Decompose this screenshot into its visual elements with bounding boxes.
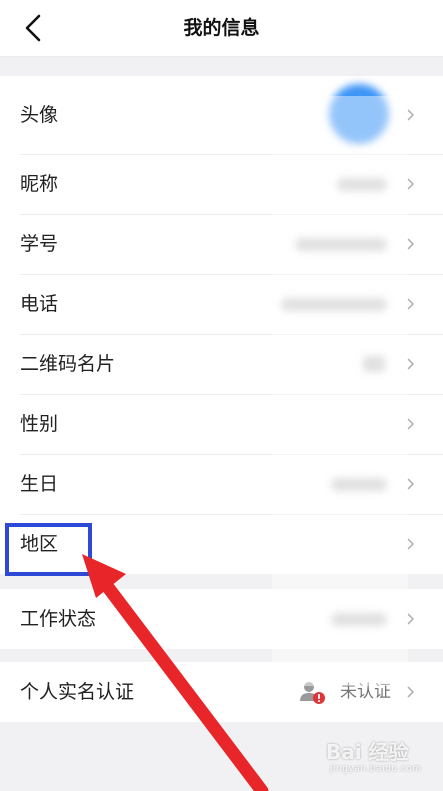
blurred-value: [295, 238, 387, 251]
chevron-right-icon: [407, 538, 415, 550]
profile-group: 头像 昵称 学号 电话 二维码名片 性别 生日 地区: [0, 76, 443, 574]
chevron-right-icon: [407, 238, 415, 250]
chevron-right-icon: [407, 686, 415, 698]
avatar[interactable]: [329, 84, 389, 144]
blurred-value: [337, 178, 387, 191]
chevron-right-icon: [407, 178, 415, 190]
row-work-status[interactable]: 工作状态: [0, 589, 443, 649]
row-birthday[interactable]: 生日: [0, 454, 443, 514]
work-group: 工作状态: [0, 589, 443, 649]
row-label-avatar: 头像: [20, 104, 59, 126]
row-label-nickname: 昵称: [20, 173, 59, 195]
chevron-right-icon: [407, 478, 415, 490]
verify-status: 未认证: [340, 682, 391, 702]
row-label-region: 地区: [20, 533, 59, 555]
row-student-id[interactable]: 学号: [0, 214, 443, 274]
blurred-value: [331, 478, 387, 491]
row-label-qr-card: 二维码名片: [20, 353, 116, 375]
row-region[interactable]: 地区: [0, 514, 443, 574]
row-qr-card[interactable]: 二维码名片: [0, 334, 443, 394]
row-label-gender: 性别: [20, 413, 59, 435]
row-label-work-status: 工作状态: [20, 608, 97, 630]
chevron-right-icon: [407, 358, 415, 370]
row-real-name-verify[interactable]: 个人实名认证 未认证: [0, 662, 443, 722]
row-gender[interactable]: 性别: [0, 394, 443, 454]
verify-group: 个人实名认证 未认证: [0, 662, 443, 722]
watermark-url: jingyan.baidu.com: [330, 764, 422, 774]
chevron-right-icon: [407, 298, 415, 310]
row-label-phone: 电话: [20, 293, 59, 315]
chevron-right-icon: [407, 418, 415, 430]
qr-code-icon: [363, 356, 385, 372]
user-warning-icon: [300, 682, 325, 704]
chevron-right-icon: [407, 613, 415, 625]
chevron-right-icon: [407, 109, 415, 121]
row-label-student-id: 学号: [20, 233, 59, 255]
blurred-value: [331, 613, 387, 626]
blurred-value: [281, 298, 387, 311]
row-avatar[interactable]: 头像: [0, 76, 443, 154]
watermark: Bai 经验 jingyan.baidu.com: [326, 734, 438, 784]
row-label-birthday: 生日: [20, 473, 59, 495]
page-title: 我的信息: [183, 17, 260, 39]
row-phone[interactable]: 电话: [0, 274, 443, 334]
baidu-jingyan-logo: Bai 经验: [326, 740, 409, 764]
row-label-verify: 个人实名认证: [20, 681, 135, 703]
row-nickname[interactable]: 昵称: [0, 154, 443, 214]
title-bar: 我的信息: [0, 0, 443, 57]
